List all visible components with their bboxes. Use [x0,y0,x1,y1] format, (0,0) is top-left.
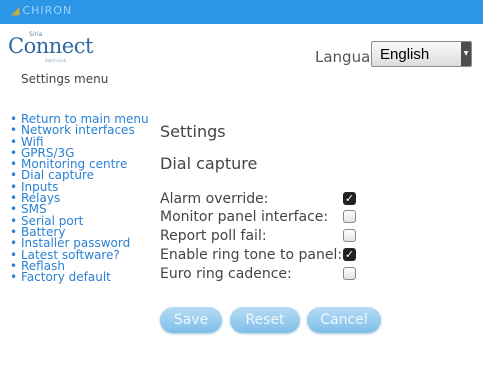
sidebar-item-factory-default[interactable]: Factory default [10,271,160,284]
option-label: Euro ring cadence: [160,266,292,282]
logo-tagline: Alarm Link [45,58,67,63]
option-label: Monitor panel interface: [160,209,329,225]
option-row-report-poll-fail: Report poll fail: [160,228,360,245]
option-label: Report poll fail: [160,228,267,244]
connect-logo: Siria Connect Alarm Link [8,30,128,64]
section-title: Dial capture [160,154,258,173]
page-title: Settings [160,122,226,141]
report-poll-fail-checkbox[interactable] [343,229,356,242]
option-row-euro-ring-cadence: Euro ring cadence: [160,266,360,283]
option-label: Alarm override: [160,191,269,207]
option-row-alarm-override: Alarm override: ✓ [160,191,360,208]
option-row-monitor-panel-interface: Monitor panel interface: [160,209,360,226]
save-button[interactable]: Save [160,307,222,333]
option-label: Enable ring tone to panel: [160,247,343,263]
cancel-button[interactable]: Cancel [307,307,381,333]
chiron-logo: ◢ CHIRON [11,4,73,17]
reset-button[interactable]: Reset [230,307,300,333]
top-bar: ◢ CHIRON [0,0,483,24]
settings-sidebar: Return to main menu Network interfaces W… [10,113,160,284]
euro-ring-cadence-checkbox[interactable] [343,267,356,280]
enable-ring-tone-checkbox[interactable]: ✓ [343,248,356,261]
settings-menu-title: Settings menu [21,72,109,86]
logo-main-text: Connect [8,34,93,58]
option-row-enable-ring-tone: Enable ring tone to panel: ✓ [160,247,360,264]
alarm-override-checkbox[interactable]: ✓ [343,192,356,205]
monitor-panel-interface-checkbox[interactable] [343,210,356,223]
language-select[interactable]: English ▼ [371,41,472,67]
dropdown-arrow-icon[interactable]: ▼ [461,42,471,66]
language-value: English [380,46,430,63]
